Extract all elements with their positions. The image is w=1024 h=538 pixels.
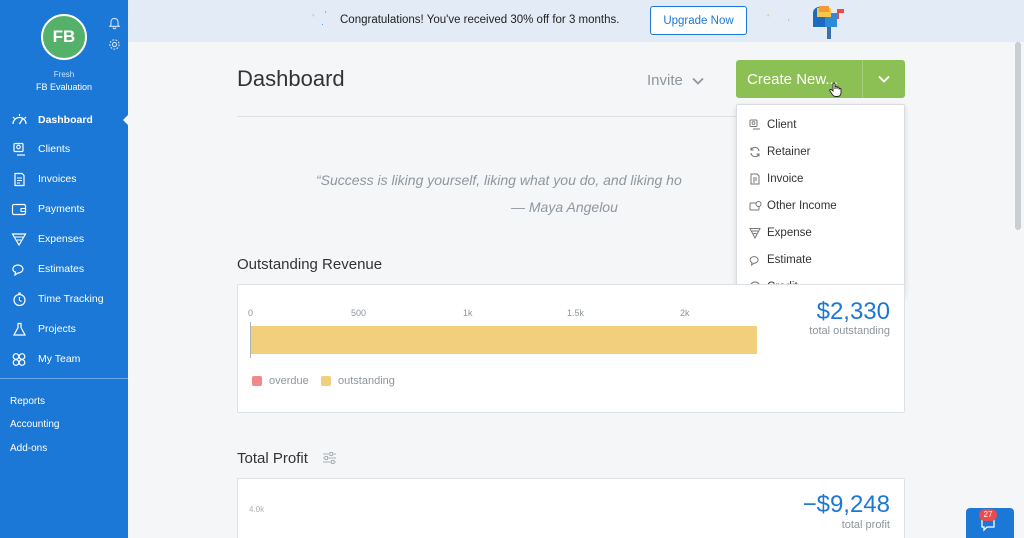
create-new-label: Create New... [747, 70, 838, 88]
sidebar-item-label: Expenses [38, 233, 85, 245]
menu-item-invoice[interactable]: Invoice [737, 165, 904, 192]
legend-swatch-overdue [252, 376, 262, 386]
sidebar-link-add-ons[interactable]: Add-ons [10, 443, 47, 454]
invoice-icon [748, 172, 762, 186]
menu-item-client[interactable]: Client [737, 111, 904, 138]
axis-tick: 1k [463, 308, 473, 318]
axis-tick: 0 [248, 308, 254, 318]
sidebar-item-my-team[interactable]: My Team [0, 345, 128, 373]
menu-item-label: Retainer [767, 145, 811, 158]
promo-banner: ⁺ · ′ Congratulations! You've received 3… [128, 0, 1024, 42]
page-title: Dashboard [237, 66, 345, 91]
menu-item-retainer[interactable]: Retainer [737, 138, 904, 165]
bell-icon[interactable] [106, 17, 122, 33]
legend-label-outstanding: outstanding [338, 375, 395, 387]
sidebar-item-label: Clients [38, 143, 71, 155]
team-icon [9, 351, 29, 367]
estimates-icon [9, 261, 29, 277]
sidebar-item-expenses[interactable]: Expenses [0, 225, 128, 253]
mailbox-illustration [805, 5, 853, 39]
total-outstanding-amount: $2,330 [816, 298, 890, 325]
expenses-icon [9, 231, 29, 247]
sidebar-item-label: Invoices [38, 173, 77, 185]
sidebar-item-estimates[interactable]: Estimates [0, 255, 128, 283]
menu-item-label: Expense [767, 226, 812, 239]
hand-cursor-icon [829, 82, 842, 102]
menu-item-other-income[interactable]: Other Income [737, 192, 904, 219]
axis-tick: 2k [680, 308, 690, 318]
invite-label: Invite [647, 72, 683, 89]
total-outstanding-label: total outstanding [809, 325, 890, 337]
time-tracking-icon [9, 291, 29, 307]
axis-tick: 1.5k [567, 308, 585, 318]
menu-item-label: Other Income [767, 199, 837, 212]
invite-button[interactable]: Invite [647, 72, 704, 89]
outstanding-revenue-title: Outstanding Revenue [237, 256, 383, 273]
menu-item-label: Invoice [767, 172, 804, 185]
sidebar-item-time-tracking[interactable]: Time Tracking [0, 285, 128, 313]
payments-icon [9, 201, 29, 217]
total-profit-label: total profit [841, 519, 890, 531]
sliders-icon[interactable] [322, 451, 337, 470]
sidebar: FB Fresh FB Evaluation Dashboard Clients… [0, 0, 128, 538]
confetti-icon: · [321, 20, 324, 29]
sidebar-item-label: Projects [38, 323, 76, 335]
sidebar-item-label: Time Tracking [38, 293, 104, 305]
sidebar-link-accounting[interactable]: Accounting [10, 419, 59, 430]
axis-tick: 4.0k [249, 505, 265, 514]
total-profit-title: Total Profit [237, 450, 308, 467]
menu-item-expense[interactable]: Expense [737, 219, 904, 246]
sidebar-item-payments[interactable]: Payments [0, 195, 128, 223]
create-new-menu: Client Retainer Invoice Other Income Exp… [736, 104, 905, 296]
sidebar-divider [0, 378, 128, 379]
sidebar-item-invoices[interactable]: Invoices [0, 165, 128, 193]
sidebar-link-reports[interactable]: Reports [10, 396, 45, 407]
other-income-icon [748, 199, 762, 213]
sidebar-item-projects[interactable]: Projects [0, 315, 128, 343]
sidebar-item-label: My Team [38, 353, 81, 365]
sidebar-item-label: Dashboard [38, 114, 93, 126]
create-new-dropdown-toggle[interactable] [862, 60, 905, 98]
sidebar-item-label: Payments [38, 203, 85, 215]
avatar[interactable]: FB [41, 14, 87, 60]
axis-tick: 500 [351, 308, 367, 318]
quote-author: — Maya Angelou [511, 199, 618, 215]
sidebar-item-dashboard[interactable]: Dashboard [0, 106, 128, 134]
legend-label-overdue: overdue [269, 375, 309, 387]
confetti-icon: ′ [788, 18, 790, 27]
clients-icon [9, 141, 29, 157]
invoices-icon [9, 171, 29, 187]
expense-icon [748, 226, 762, 240]
legend-swatch-outstanding [321, 376, 331, 386]
refresh-icon [748, 145, 762, 159]
projects-icon [9, 321, 29, 337]
notification-badge: 27 [979, 509, 997, 521]
chevron-down-icon [878, 75, 890, 83]
chevron-down-icon [692, 77, 704, 85]
menu-item-estimate[interactable]: Estimate [737, 246, 904, 273]
menu-item-label: Client [767, 118, 797, 131]
quote-text: “Success is liking yourself, liking what… [316, 172, 682, 188]
sidebar-item-clients[interactable]: Clients [0, 135, 128, 163]
confetti-icon: ′ [325, 10, 327, 19]
client-icon [748, 118, 762, 132]
gear-icon[interactable] [106, 38, 122, 54]
dashboard-icon [9, 112, 29, 128]
business-subtitle: FB Evaluation [35, 82, 93, 92]
business-name: Fresh [53, 70, 75, 79]
upgrade-now-button[interactable]: Upgrade Now [650, 6, 747, 35]
outstanding-bar[interactable] [251, 326, 757, 354]
confetti-icon: ⁺ [766, 12, 771, 21]
promo-text: Congratulations! You've received 30% off… [340, 14, 620, 26]
create-new-button[interactable]: Create New... [736, 60, 862, 98]
confetti-icon: ⁺ [311, 12, 316, 21]
scrollbar-thumb[interactable] [1015, 42, 1021, 230]
sidebar-item-label: Estimates [38, 263, 85, 275]
total-profit-amount: −$9,248 [802, 491, 890, 518]
estimate-icon [748, 253, 762, 267]
menu-item-label: Estimate [767, 253, 812, 266]
